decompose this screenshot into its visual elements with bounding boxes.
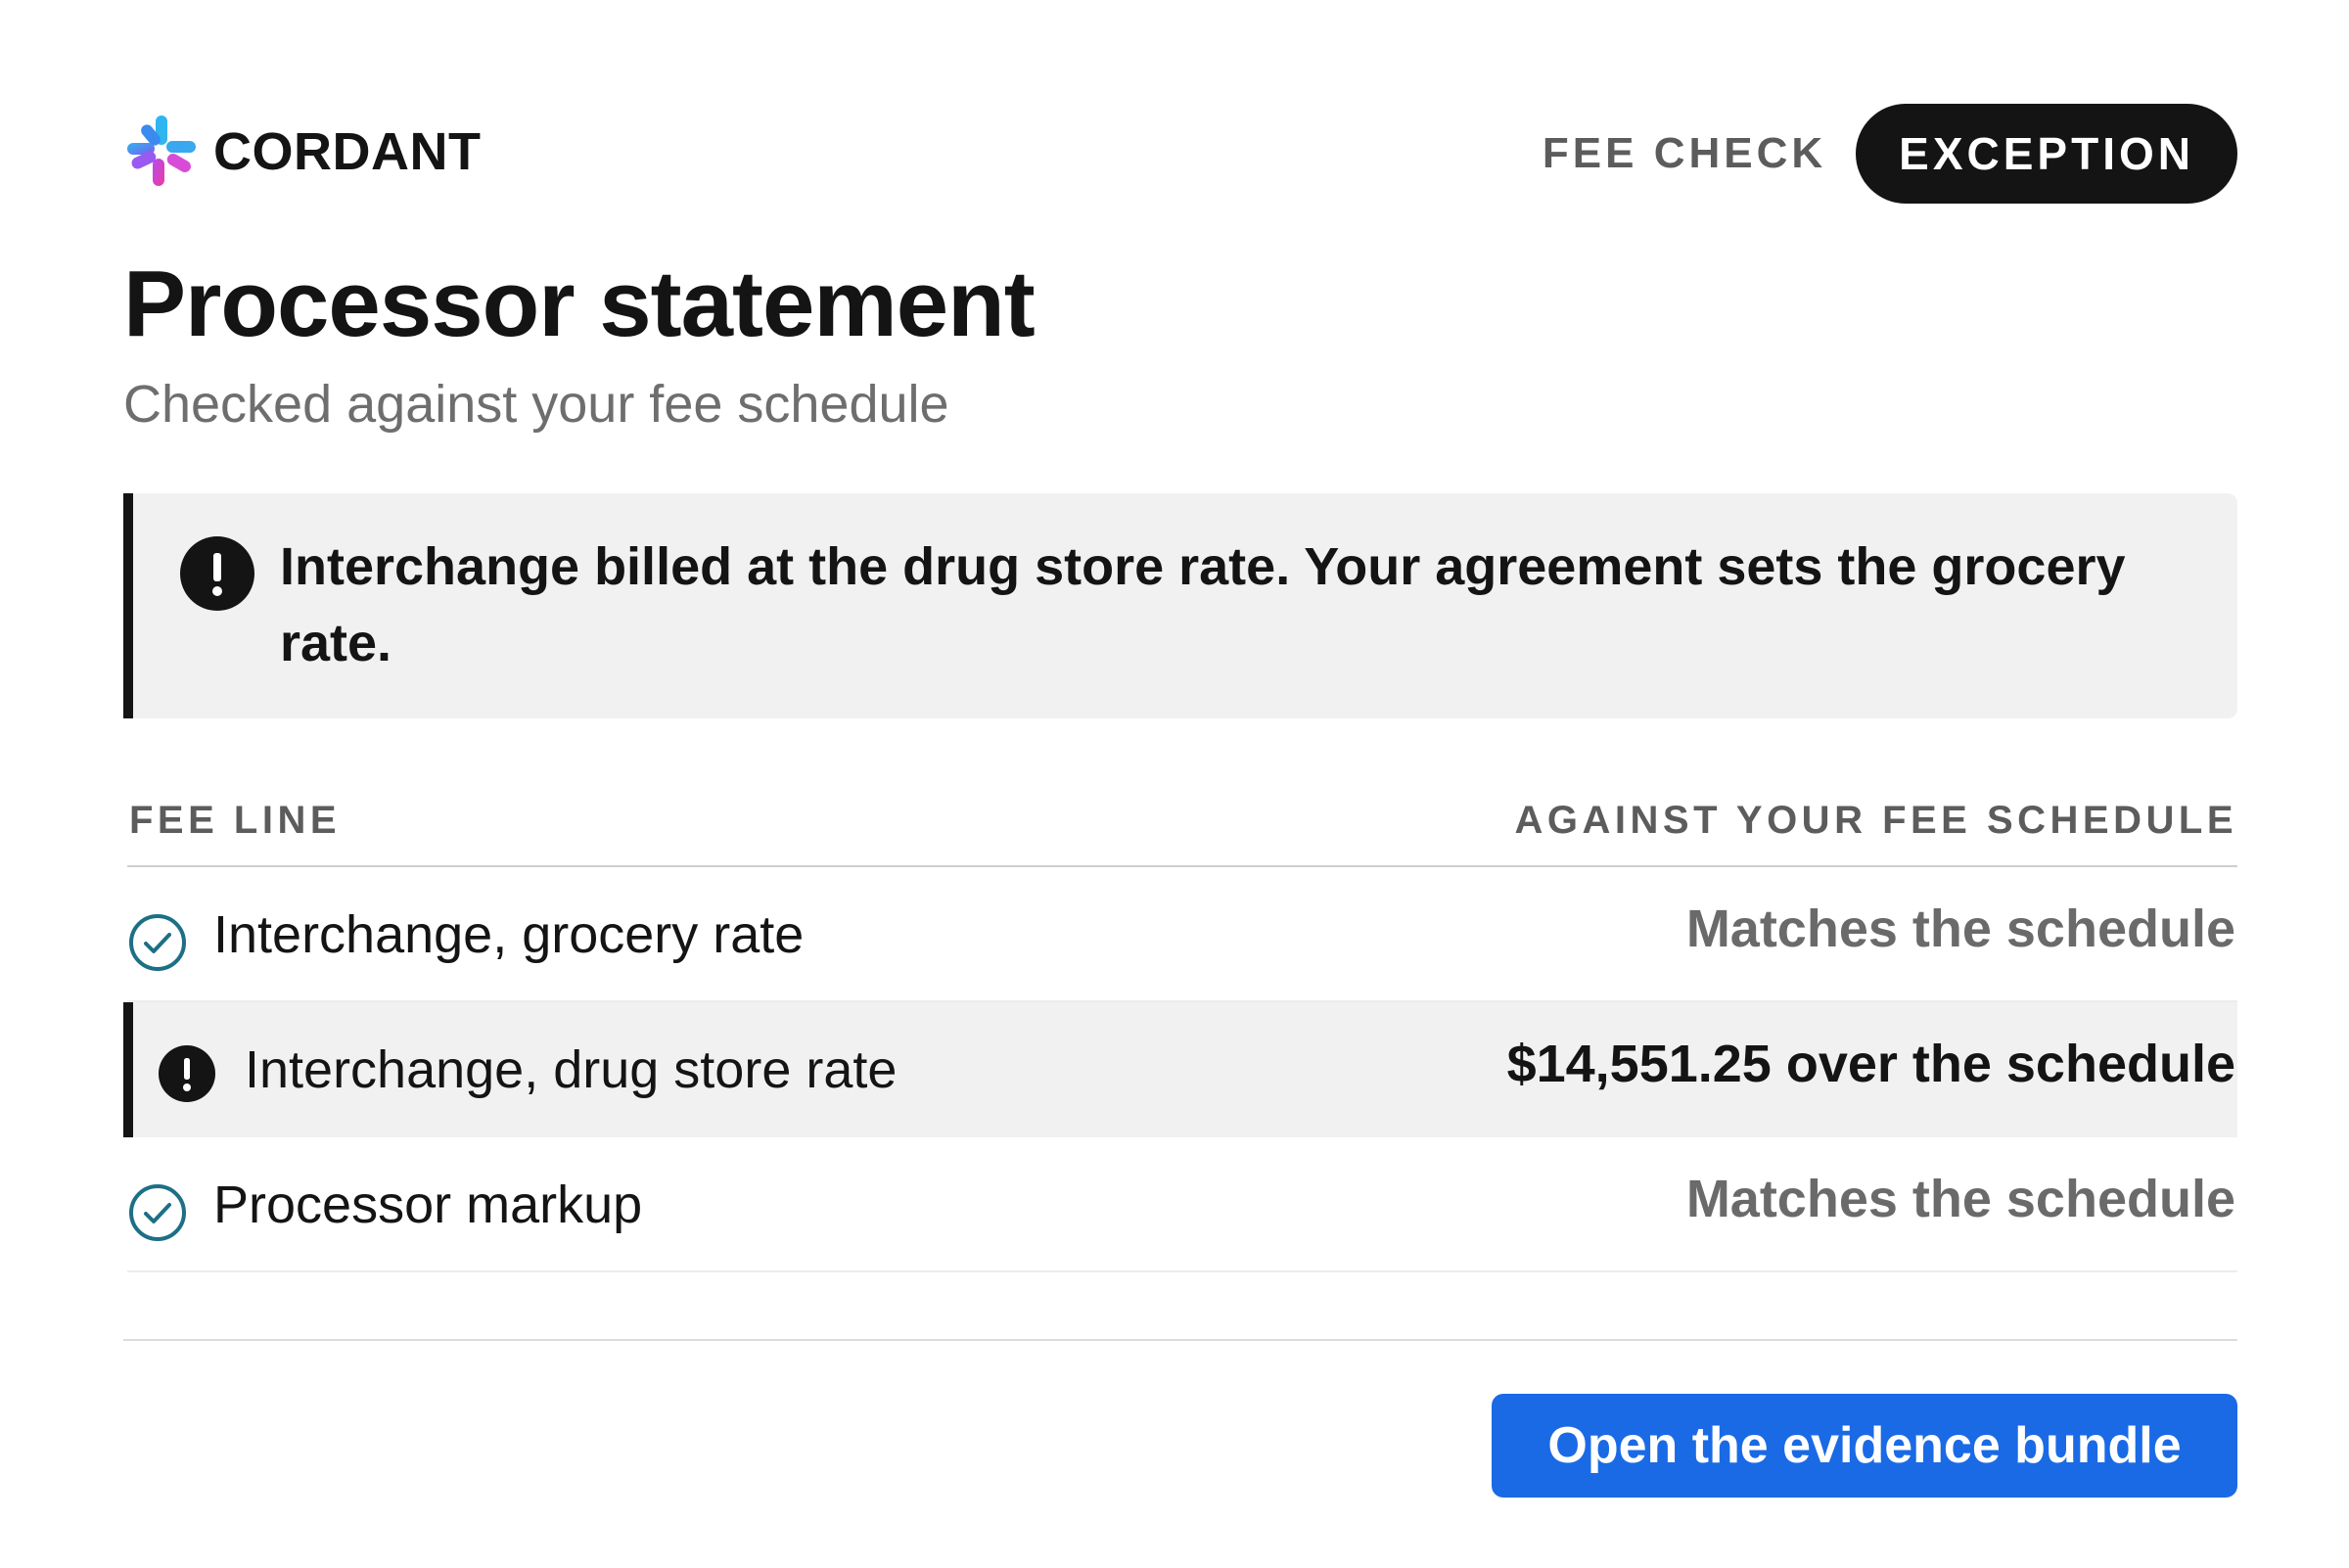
processor-statement-card: CORDANT FEE CHECK EXCEPTION Processor st… [0,0,2349,1568]
fee-line-label: Interchange, drug store rate [245,1040,898,1099]
page-title: Processor statement [123,252,1036,356]
open-evidence-bundle-button[interactable]: Open the evidence bundle [1492,1394,2237,1498]
status-tabs: FEE CHECK EXCEPTION [1543,104,2237,204]
flower-logo-icon [127,115,196,186]
brand-name: CORDANT [213,122,482,181]
exclamation-circle-icon [180,536,254,611]
fee-line-result: Matches the schedule [1685,1170,2235,1228]
table-header: FEE LINE AGAINST YOUR FEE SCHEDULE [127,793,2237,867]
brand: CORDANT [123,114,481,190]
exclamation-circle-icon [159,1045,215,1102]
fee-line-label: Processor markup [213,1176,643,1234]
tab-exception[interactable]: EXCEPTION [1856,104,2237,204]
check-circle-icon [129,1184,186,1241]
column-header-fee-line: FEE LINE [129,799,342,842]
table-row[interactable]: Interchange, grocery rate Matches the sc… [127,867,2237,1002]
column-header-schedule: AGAINST YOUR FEE SCHEDULE [1514,799,2237,842]
table-row[interactable]: Processor markup Matches the schedule [127,1137,2237,1272]
check-circle-icon [129,914,186,971]
page-subtitle: Checked against your fee schedule [123,375,949,434]
table-row-exception[interactable]: Interchange, drug store rate $14,551.25 … [123,1002,2237,1137]
exception-alert: Interchange billed at the drug store rat… [123,493,2237,718]
footer-divider [123,1339,2237,1341]
fee-table: FEE LINE AGAINST YOUR FEE SCHEDULE Inter… [123,793,2237,1272]
fee-line-result: Matches the schedule [1685,899,2235,958]
alert-message: Interchange billed at the drug store rat… [280,537,2126,672]
tab-fee-check[interactable]: FEE CHECK [1543,129,1826,178]
fee-line-result: $14,551.25 over the schedule [1506,1035,2235,1093]
fee-line-label: Interchange, grocery rate [213,905,805,964]
